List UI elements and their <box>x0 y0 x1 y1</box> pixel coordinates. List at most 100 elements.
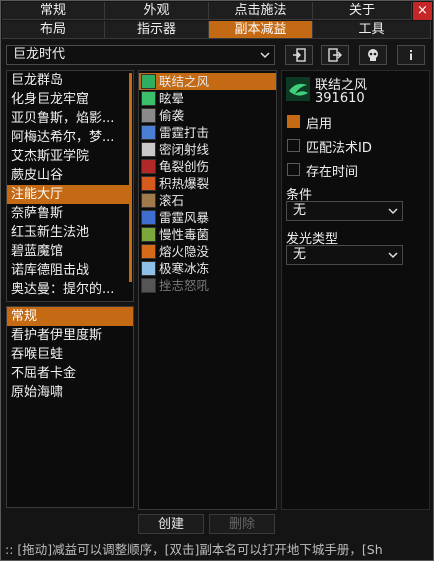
enable-label: 启用 <box>306 117 333 132</box>
spell-icon <box>141 210 156 225</box>
debuff-name: 熔火隐没 <box>159 244 210 259</box>
spell-icon <box>141 176 156 191</box>
debuff-item[interactable]: 联结之风 <box>139 73 276 90</box>
delete-button[interactable]: 删除 <box>209 514 275 534</box>
debuff-item[interactable]: 偷袭 <box>139 107 276 124</box>
debuff-item[interactable]: 密闭射线 <box>139 141 276 158</box>
spell-icon <box>141 159 156 174</box>
dungeon-item[interactable]: 阿梅达希尔，梦... <box>7 128 129 147</box>
tab-about[interactable]: 关于 <box>313 2 412 20</box>
reset-button[interactable] <box>359 45 387 65</box>
dungeon-item[interactable]: 诺库德阻击战 <box>7 261 129 280</box>
glow-type-value: 无 <box>293 247 307 262</box>
tab-appearance[interactable]: 外观 <box>105 2 209 20</box>
export-button[interactable] <box>321 45 349 65</box>
spell-icon <box>141 142 156 157</box>
debuff-name: 眩晕 <box>159 91 185 106</box>
dungeon-list-scrollbar[interactable] <box>129 73 132 282</box>
import-button[interactable] <box>285 45 313 65</box>
debuff-name: 慢性毒菌 <box>159 227 210 242</box>
expansion-dropdown-value: 巨龙时代 <box>13 47 66 62</box>
tab-row-2: 布局 指示器 副本减益 工具 <box>2 21 431 40</box>
boss-item[interactable]: 原始海啸 <box>7 383 133 402</box>
debuff-item[interactable]: 熔火隐没 <box>139 243 276 260</box>
spell-icon <box>141 261 156 276</box>
tab-row-1: 常规 外观 点击施法 关于 <box>2 2 412 21</box>
debuff-name: 雷霆风暴 <box>159 210 210 225</box>
debuff-item[interactable]: 挫志怒吼 <box>139 277 276 294</box>
match-spell-id-checkbox[interactable] <box>287 139 300 152</box>
spell-icon <box>141 227 156 242</box>
dungeon-list: 巨龙群岛 化身巨龙牢窟 亚贝鲁斯，焰影... 阿梅达希尔，梦... 艾杰斯亚学院 蕨皮山谷… <box>6 70 134 302</box>
tab-raid-debuffs[interactable]: 副本减益 <box>209 21 313 39</box>
tab-click-casting[interactable]: 点击施法 <box>209 2 313 20</box>
spell-icon <box>141 193 156 208</box>
dungeon-item[interactable]: 奈萨鲁斯 <box>7 204 129 223</box>
tab-indicators[interactable]: 指示器 <box>105 21 209 39</box>
debuff-name: 滚石 <box>159 193 185 208</box>
chevron-down-icon <box>260 52 270 59</box>
debuff-item[interactable]: 雷霆风暴 <box>139 209 276 226</box>
dungeon-item[interactable]: 化身巨龙牢窟 <box>7 90 129 109</box>
dungeon-item[interactable]: 巨龙群岛 <box>7 71 129 90</box>
dungeon-item[interactable]: 注能大厅 <box>7 185 129 204</box>
match-spell-id-label: 匹配法术ID <box>306 141 372 156</box>
debuff-name: 龟裂创伤 <box>159 159 210 174</box>
spell-icon <box>141 125 156 140</box>
tab-general[interactable]: 常规 <box>2 2 105 20</box>
chevron-down-icon <box>388 252 398 259</box>
debuff-list: 联结之风眩晕偷袭雷霆打击密闭射线龟裂创伤积热爆裂滚石雷霆风暴慢性毒菌熔火隐没极寒… <box>138 70 277 510</box>
import-icon <box>293 48 306 62</box>
chevron-down-icon <box>388 208 398 215</box>
spell-icon <box>141 108 156 123</box>
duration-checkbox[interactable] <box>287 163 300 176</box>
spell-icon <box>141 278 156 293</box>
dungeon-item[interactable]: 蕨皮山谷 <box>7 166 129 185</box>
debuff-name: 联结之风 <box>159 74 210 89</box>
debuff-name: 极寒冰冻 <box>159 261 210 276</box>
debuff-item[interactable]: 眩晕 <box>139 90 276 107</box>
tab-layout[interactable]: 布局 <box>2 21 105 39</box>
debuff-item[interactable]: 慢性毒菌 <box>139 226 276 243</box>
dungeon-item[interactable]: 碧蓝魔馆 <box>7 242 129 261</box>
debuff-item[interactable]: 雷霆打击 <box>139 124 276 141</box>
dungeon-item[interactable]: 红玉新生法池 <box>7 223 129 242</box>
boss-item[interactable]: 常规 <box>7 307 133 326</box>
export-icon <box>328 48 342 62</box>
debuff-name: 雷霆打击 <box>159 125 210 140</box>
debuff-item[interactable]: 积热爆裂 <box>139 175 276 192</box>
condition-dropdown[interactable]: 无 <box>286 201 403 221</box>
spell-icon <box>141 91 156 106</box>
spell-icon <box>141 244 156 259</box>
spell-id: 391610 <box>315 91 365 106</box>
tab-tools[interactable]: 工具 <box>313 21 431 39</box>
boss-list: 常规 看护者伊里度斯 吞喉巨蛙 不屈者卡金 原始海啸 <box>6 306 134 508</box>
dungeon-item[interactable]: 亚贝鲁斯，焰影... <box>7 109 129 128</box>
dungeon-item[interactable]: 奥达曼：提尔的... <box>7 280 129 299</box>
debuff-name: 积热爆裂 <box>159 176 210 191</box>
boss-item[interactable]: 看护者伊里度斯 <box>7 326 133 345</box>
dungeon-item[interactable]: 艾杰斯亚学院 <box>7 147 129 166</box>
duration-label: 存在时间 <box>306 165 359 180</box>
debuff-detail-panel: 联结之风 391610 启用 匹配法术ID 存在时间 条件 无 发光类型 无 <box>281 70 430 510</box>
addon-window: 常规 外观 点击施法 关于 × 布局 指示器 副本减益 工具 巨龙时代 巨龙群岛… <box>0 0 434 561</box>
spell-icon <box>286 77 310 101</box>
info-button[interactable] <box>397 45 425 65</box>
spell-icon <box>141 74 156 89</box>
expansion-dropdown[interactable]: 巨龙时代 <box>6 45 275 65</box>
debuff-item[interactable]: 极寒冰冻 <box>139 260 276 277</box>
boss-item[interactable]: 吞喉巨蛙 <box>7 345 133 364</box>
condition-value: 无 <box>293 203 307 218</box>
enable-checkbox[interactable] <box>287 115 300 128</box>
debuff-item[interactable]: 龟裂创伤 <box>139 158 276 175</box>
skull-icon <box>368 49 378 61</box>
debuff-item[interactable]: 滚石 <box>139 192 276 209</box>
create-button[interactable]: 创建 <box>138 514 204 534</box>
debuff-name: 密闭射线 <box>159 142 210 157</box>
close-button[interactable]: × <box>413 2 432 20</box>
debuff-name: 偷袭 <box>159 108 185 123</box>
boss-item[interactable]: 不屈者卡金 <box>7 364 133 383</box>
debuff-name: 挫志怒吼 <box>159 278 210 293</box>
glow-type-dropdown[interactable]: 无 <box>286 245 403 265</box>
info-icon <box>410 50 412 60</box>
